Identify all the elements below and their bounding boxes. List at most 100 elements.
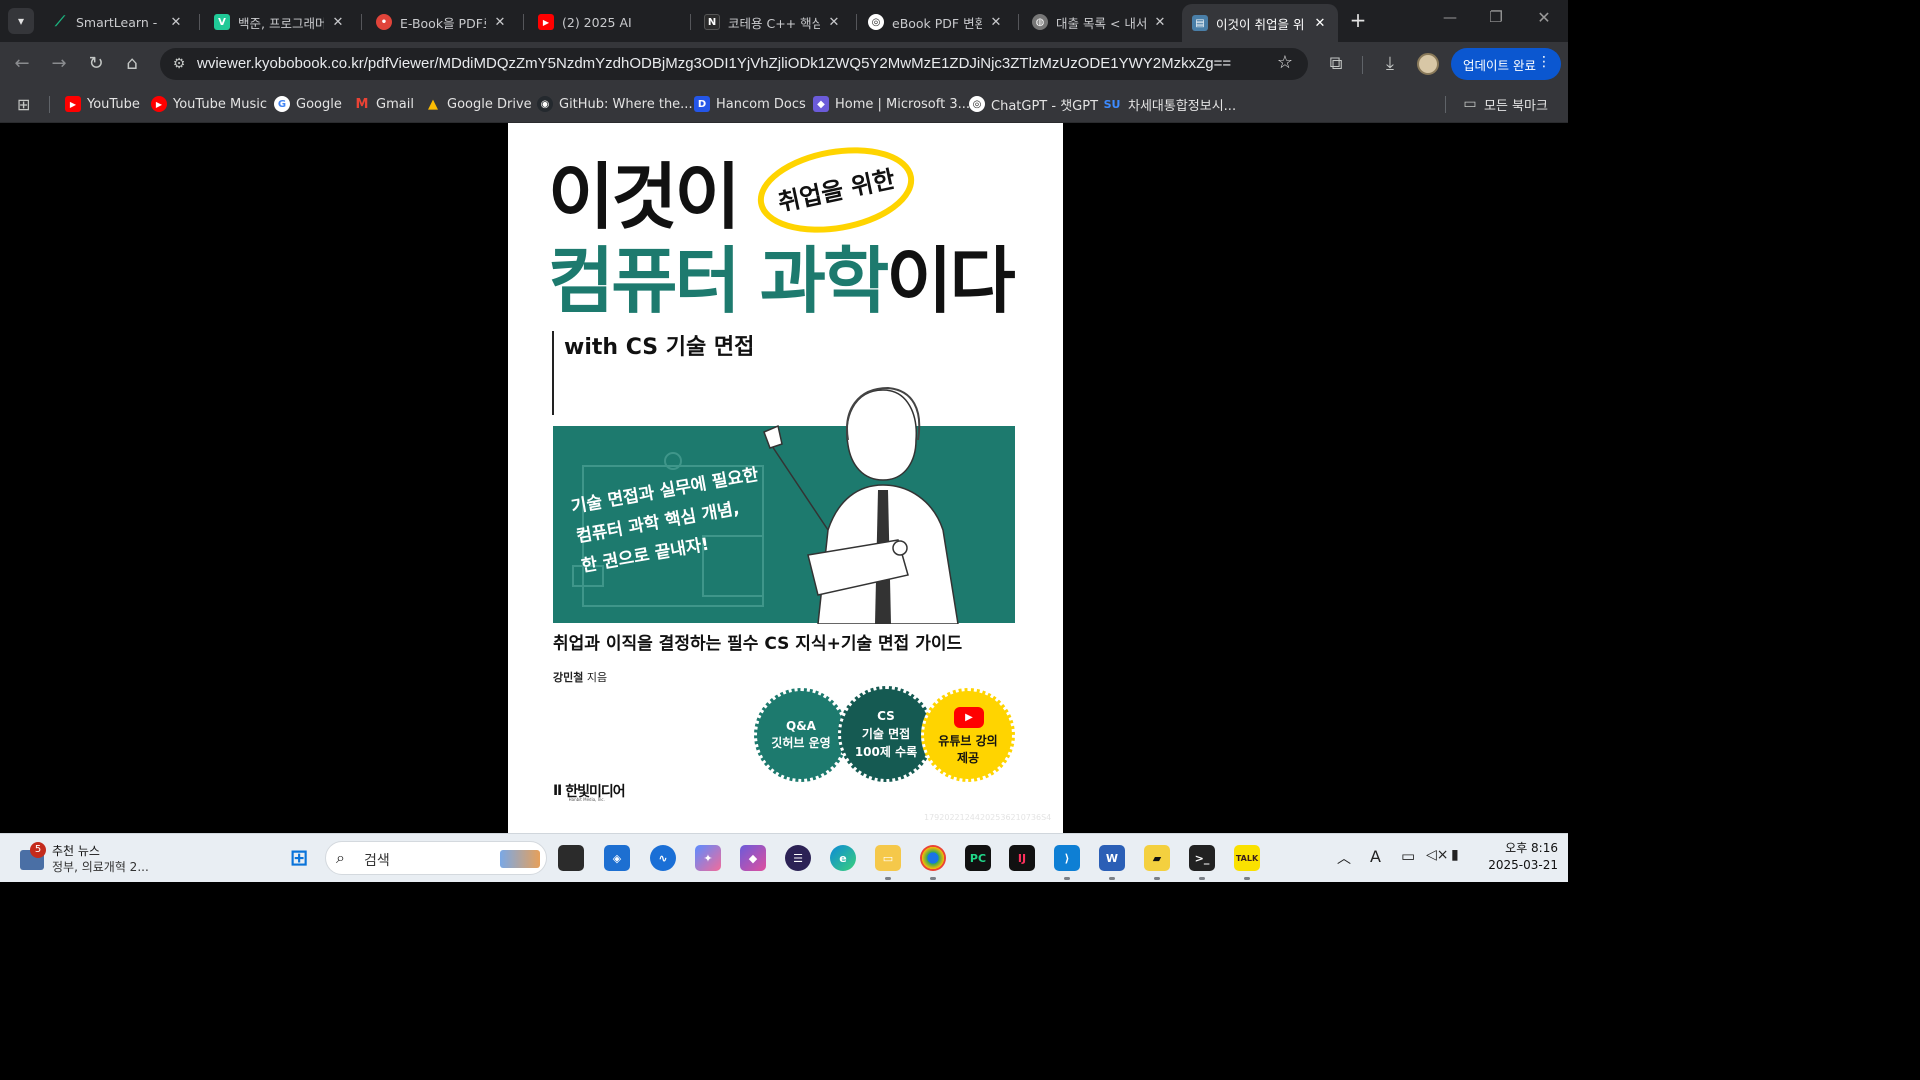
bookmark-chatgpt[interactable]: ◎ ChatGPT - 챗GPT	[969, 94, 1098, 114]
smartlearn-icon: ⟋	[55, 14, 65, 30]
title-suffix-text: 이다	[886, 239, 1015, 323]
news-badge: 5	[30, 842, 46, 858]
update-button-label: 업데이트 완료	[1463, 57, 1536, 73]
chrome-icon[interactable]	[920, 845, 946, 871]
close-icon[interactable]: ✕	[826, 15, 842, 30]
red-circle-icon: •	[376, 14, 392, 30]
back-arrow-icon[interactable]: ←	[11, 54, 33, 76]
tab-4[interactable]: ▶ (2) 2025 AI	[528, 6, 690, 38]
bookmark-youtube-music[interactable]: ▶ YouTube Music	[151, 94, 267, 114]
site-info-icon[interactable]: ⚙	[168, 53, 190, 75]
badge-cs-interview: CS 기술 면접 100제 수록	[838, 686, 934, 782]
intellij-icon[interactable]: IJ	[1009, 845, 1035, 871]
sticky-notes-icon[interactable]: ▰	[1144, 845, 1170, 871]
download-icon[interactable]: ⤓	[1379, 54, 1401, 76]
close-icon[interactable]: ✕	[1312, 16, 1328, 31]
taskbar-search[interactable]: ⌕ 검색	[325, 841, 547, 875]
badge-youtube-text: 유튜브 강의 제공	[938, 734, 998, 765]
copilot-icon[interactable]: ✦	[695, 845, 721, 871]
clock[interactable]: 오후 8:16 2025-03-21	[1478, 840, 1558, 874]
edge-dev-icon[interactable]: ∿	[650, 845, 676, 871]
close-icon[interactable]: ✕	[168, 15, 184, 30]
edge-icon[interactable]: e	[830, 845, 856, 871]
v-icon: V	[214, 14, 230, 30]
task-view-icon[interactable]	[558, 845, 584, 871]
battery-icon[interactable]: ▮	[1451, 847, 1459, 863]
search-icon: ⌕	[336, 848, 345, 867]
bookmark-su[interactable]: SU 차세대통합정보시...	[1102, 94, 1237, 114]
tab-7[interactable]: ◍ 대출 목록 < 내서 ✕	[1022, 6, 1178, 38]
close-window-button[interactable]: ✕	[1534, 8, 1554, 27]
new-tab-button[interactable]: +	[1346, 9, 1370, 33]
profile-avatar[interactable]	[1417, 53, 1439, 75]
extensions-icon[interactable]: ⧉	[1325, 54, 1347, 76]
bookmark-hancom-docs[interactable]: D Hancom Docs	[694, 94, 806, 114]
minimize-button[interactable]: —	[1440, 10, 1460, 26]
tab-search-button[interactable]: ▾	[8, 8, 34, 34]
chatgpt-icon: ◎	[969, 96, 985, 112]
youtube-icon: ▶	[538, 14, 554, 30]
tab-5[interactable]: N 코테용 C++ 핵심 ✕	[694, 6, 852, 38]
close-icon[interactable]: ✕	[330, 15, 346, 30]
tray-chevron-icon[interactable]: ︿	[1337, 848, 1351, 868]
kakaotalk-icon[interactable]: TALK	[1234, 845, 1260, 871]
close-icon[interactable]: ✕	[988, 15, 1004, 30]
vscode-icon[interactable]: ⟩	[1054, 845, 1080, 871]
word-icon[interactable]: W	[1099, 845, 1125, 871]
bookmark-microsoft-365[interactable]: ◆ Home | Microsoft 3...	[813, 94, 970, 114]
person-illustration	[763, 386, 959, 625]
news-body: 정부, 의료개혁 2...	[52, 860, 149, 874]
bookmark-gmail[interactable]: M Gmail	[354, 94, 414, 114]
tab-2[interactable]: V 백준, 프로그래머 ✕	[204, 6, 356, 38]
badge-qna-github: Q&A 깃허브 운영	[754, 688, 848, 782]
tab-6[interactable]: ◎ eBook PDF 변환 ✕	[858, 6, 1014, 38]
pdf-viewer[interactable]: 이것이 취업을 위한 컴퓨터 과학이다 with CS 기술 면접 기술 면접과…	[0, 123, 1568, 833]
close-icon[interactable]: ✕	[492, 15, 508, 30]
bookmark-github[interactable]: ◉ GitHub: Where the...	[537, 94, 693, 114]
restore-button[interactable]: ❐	[1486, 8, 1506, 26]
news-widget[interactable]: 5 추천 뉴스 정부, 의료개혁 2...	[18, 840, 178, 878]
bookmark-google-drive[interactable]: ▲ Google Drive	[425, 94, 532, 114]
volume-muted-icon[interactable]: ◁×	[1426, 847, 1449, 863]
tab-title: SmartLearn - PA	[76, 14, 162, 30]
all-bookmarks-folder[interactable]: ▭ 모든 북마크	[1462, 94, 1548, 114]
pycharm-icon[interactable]: PC	[965, 845, 991, 871]
bookmark-star-icon[interactable]: ☆	[1274, 52, 1296, 73]
home-icon[interactable]: ⌂	[121, 54, 143, 76]
tab-1[interactable]: ⟋ SmartLearn - PA ✕	[42, 6, 194, 38]
tab-strip: ▾ ⟋ SmartLearn - PA ✕ V 백준, 프로그래머 ✕ • E-…	[0, 0, 1568, 42]
title-line-1: 이것이	[548, 155, 741, 239]
close-icon[interactable]: ✕	[1152, 15, 1168, 30]
tab-3[interactable]: • E-Book을 PDF로 ✕	[366, 6, 518, 38]
tab-title: eBook PDF 변환	[892, 15, 982, 31]
eclipse-icon[interactable]: ☰	[785, 845, 811, 871]
address-bar[interactable]: ⚙ wviewer.kyobobook.co.kr/pdfViewer/MDdi…	[160, 48, 1308, 80]
forward-arrow-icon[interactable]: →	[48, 54, 70, 76]
kebab-menu-icon: ⋮	[1537, 54, 1551, 70]
google-icon: G	[274, 96, 290, 112]
hanbit-logo-icon: Ⅱ	[553, 782, 563, 799]
network-icon[interactable]: ▭	[1401, 847, 1415, 865]
subtitle-rule	[552, 331, 554, 415]
ime-indicator[interactable]: A	[1370, 847, 1381, 866]
chatgpt-icon: ◎	[868, 14, 884, 30]
bookmark-google[interactable]: G Google	[274, 94, 342, 114]
tagline: 취업과 이직을 결정하는 필수 CS 지식+기술 면접 가이드	[553, 634, 963, 654]
network-app-icon[interactable]: ◈	[604, 845, 630, 871]
search-highlight-icon	[500, 850, 540, 868]
toolbar: ← → ↻ ⌂ ⚙ wviewer.kyobobook.co.kr/pdfVie…	[0, 42, 1568, 86]
update-button[interactable]: 업데이트 완료 ⋮	[1451, 48, 1561, 80]
terminal-icon[interactable]: >_	[1189, 845, 1215, 871]
tab-8-active[interactable]: ▤ 이것이 취업을 위 ✕	[1182, 4, 1338, 42]
m365-icon[interactable]: ◆	[740, 845, 766, 871]
bookmark-youtube[interactable]: ▶ YouTube	[65, 94, 140, 114]
reload-icon[interactable]: ↻	[85, 54, 107, 76]
book-cover-page: 이것이 취업을 위한 컴퓨터 과학이다 with CS 기술 면접 기술 면접과…	[508, 123, 1063, 833]
youtube-music-icon: ▶	[151, 96, 167, 112]
url-text[interactable]: wviewer.kyobobook.co.kr/pdfViewer/MDdiMD…	[197, 55, 1231, 72]
windows-start-icon[interactable]: ⊞	[286, 845, 312, 871]
file-explorer-icon[interactable]: ▭	[875, 845, 901, 871]
page-watermark: 17920221244202536210736S4	[924, 813, 1052, 822]
clock-date: 2025-03-21	[1488, 858, 1558, 872]
apps-grid-icon[interactable]: ⊞	[17, 95, 30, 114]
